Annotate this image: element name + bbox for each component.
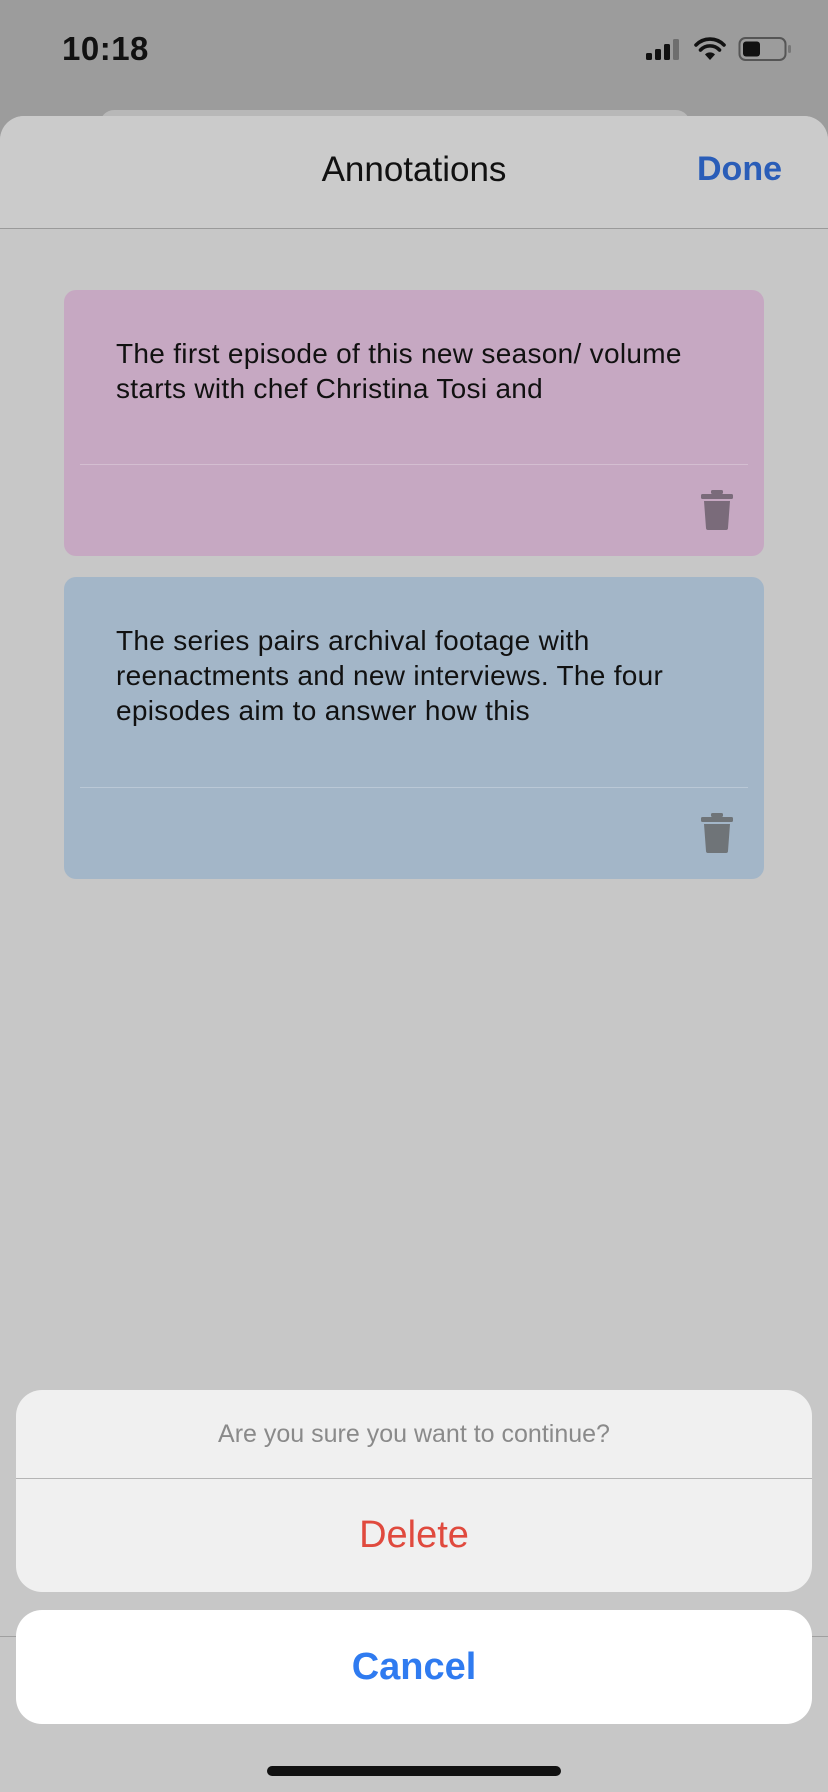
card-divider [80,464,748,465]
action-sheet-message: Are you sure you want to continue? [16,1390,812,1479]
annotation-text: The series pairs archival footage with r… [116,625,664,726]
delete-button[interactable]: Delete [16,1479,812,1591]
annotation-card[interactable]: The first episode of this new season/ vo… [64,290,764,556]
status-bar: 10:18 [0,0,828,100]
battery-icon [738,36,792,67]
card-divider [80,787,748,788]
signal-icon [646,38,682,65]
trash-icon[interactable] [700,490,734,530]
home-indicator [267,1766,561,1776]
status-time: 10:18 [62,30,149,67]
status-icons [646,36,792,67]
wifi-icon [694,37,726,66]
done-button[interactable]: Done [697,150,782,189]
sheet-header: Annotations Done [0,116,828,229]
trash-icon[interactable] [700,813,734,853]
annotation-text: The first episode of this new season/ vo… [116,338,682,404]
action-sheet: Are you sure you want to continue? Delet… [16,1390,812,1592]
annotation-card[interactable]: The series pairs archival footage with r… [64,577,764,879]
cancel-button[interactable]: Cancel [16,1610,812,1724]
